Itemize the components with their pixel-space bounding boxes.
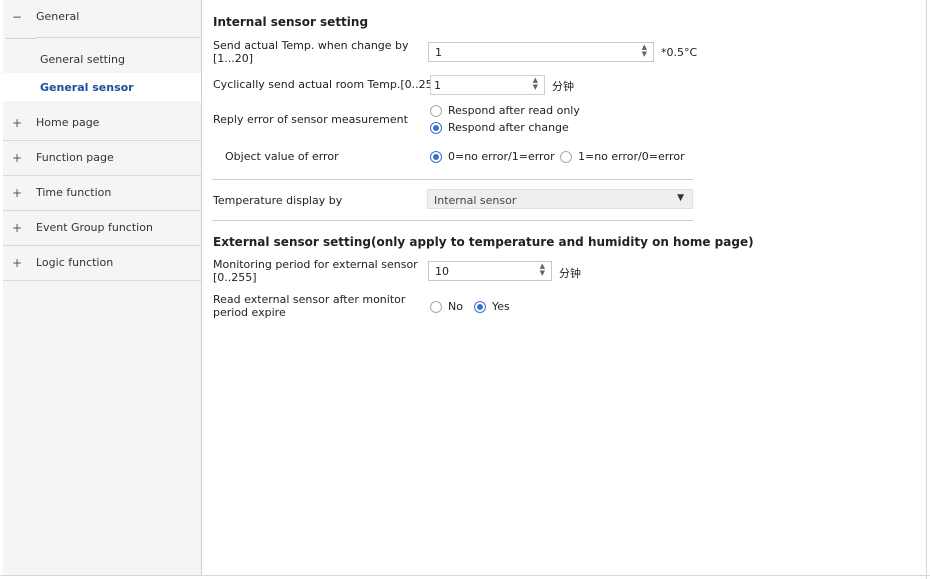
general-group: − General General setting General sensor [3,0,201,101]
sidebar-item-label: Logic function [36,256,114,269]
monitor-unit: 分钟 [559,267,581,280]
radio-selected-icon [474,300,486,313]
reply-error-label: Reply error of sensor measurement [213,113,408,126]
divider [212,179,693,180]
temp-display-select[interactable]: Internal sensor ▼ [427,189,693,209]
sidebar-item-general-sensor[interactable]: General sensor [3,73,201,101]
radio-respond-read-only[interactable]: Respond after read only [430,104,580,117]
expand-icon: + [12,256,23,270]
label-line: [0..255] [213,271,257,284]
cyclic-unit: 分钟 [552,80,574,93]
sidebar-item-label: Function page [36,151,114,164]
radio-no-error-1[interactable]: 1=no error/0=error [560,150,685,163]
radio-icon [430,104,442,117]
read-external-label: Read external sensor after monitor perio… [213,293,405,319]
sidebar: − General General setting General sensor… [3,0,202,576]
label-line: Monitoring period for external sensor [213,258,418,271]
stepper-value: 1 [435,46,442,59]
sidebar-item-label: General sensor [40,81,134,94]
radio-icon [430,300,442,313]
radio-label: 0=no error/1=error [448,150,555,163]
send-change-stepper[interactable]: 1 ▲ ▼ [428,42,654,62]
radio-label: Yes [492,300,510,313]
divider [6,38,36,39]
label-line: period expire [213,306,286,319]
object-value-label: Object value of error [225,150,339,163]
radio-icon [560,150,572,163]
stepper-value: 1 [434,79,441,92]
monitor-stepper[interactable]: 10 ▲ ▼ [428,261,552,281]
sidebar-item-label: General setting [40,53,125,66]
sidebar-item-label: Event Group function [36,221,153,234]
sidebar-item-event-group-function[interactable]: + Event Group function [3,211,201,246]
stepper-arrows-icon[interactable]: ▲ ▼ [540,263,545,277]
section-title-external: External sensor setting(only apply to te… [213,235,754,249]
window-border [0,575,930,576]
radio-label: No [448,300,463,313]
sidebar-item-function-page[interactable]: + Function page [3,141,201,176]
dropdown-caret-icon: ▼ [677,193,684,203]
radio-yes[interactable]: Yes [474,300,510,313]
sidebar-item-label: Home page [36,116,100,129]
select-value: Internal sensor [434,194,517,207]
divider [212,220,693,221]
cyclic-stepper[interactable]: 1 ▲ ▼ [430,75,545,95]
send-change-label: Send actual Temp. when change by [1...20… [213,39,409,65]
expand-icon: + [12,221,23,235]
sidebar-item-label: Time function [36,186,112,199]
stepper-value: 10 [435,265,449,278]
monitor-label: Monitoring period for external sensor [0… [213,258,418,284]
temp-display-label: Temperature display by [213,194,343,207]
sidebar-item-general-setting[interactable]: General setting [3,45,201,73]
sidebar-item-general[interactable]: − General [3,0,201,35]
cyclic-label: Cyclically send actual room Temp.[0..255… [213,78,444,91]
radio-label: 1=no error/0=error [578,150,685,163]
radio-respond-after-change[interactable]: Respond after change [430,121,569,134]
stepper-arrows-icon[interactable]: ▲ ▼ [533,77,538,91]
settings-panel: Internal sensor setting Send actual Temp… [202,0,930,579]
stepper-arrows-icon[interactable]: ▲ ▼ [642,44,647,58]
sidebar-item-time-function[interactable]: + Time function [3,176,201,211]
window-border [926,0,927,579]
label-line: Read external sensor after monitor [213,293,406,306]
section-title-internal: Internal sensor setting [213,15,369,29]
expand-icon: + [12,116,23,130]
label-line: Send actual Temp. when change by [213,39,409,52]
sidebar-item-home-page[interactable]: + Home page [3,106,201,141]
radio-label: Respond after change [448,121,569,134]
radio-no-error-0[interactable]: 0=no error/1=error [430,150,555,163]
expand-icon: + [12,186,23,200]
radio-selected-icon [430,121,442,134]
collapse-icon: − [12,10,23,24]
radio-label: Respond after read only [448,104,580,117]
sidebar-item-logic-function[interactable]: + Logic function [3,246,201,281]
radio-no[interactable]: No [430,300,463,313]
label-line: [1...20] [213,52,254,65]
divider [36,37,201,38]
send-change-unit: *0.5°C [661,46,698,59]
radio-selected-icon [430,150,442,163]
sidebar-item-label: General [36,10,80,23]
expand-icon: + [12,151,23,165]
